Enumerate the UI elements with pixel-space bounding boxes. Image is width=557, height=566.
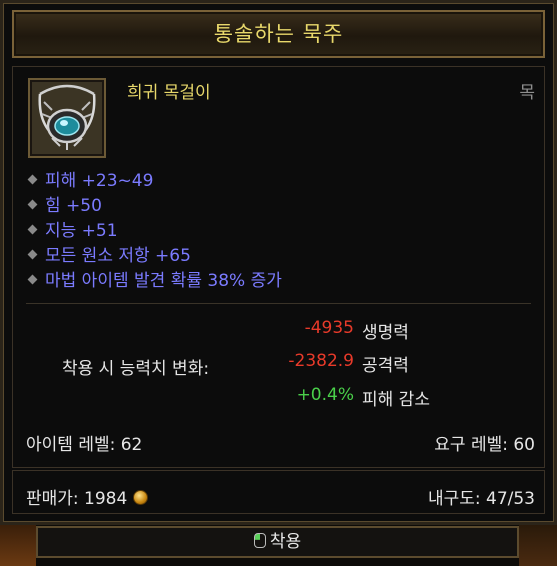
affix-line: 지능 +51 [27,219,118,243]
item-level: 아이템 레벨: 62 [26,435,143,455]
diamond-bullet-icon [27,174,38,184]
stat-change-name: 생명력 [362,323,409,343]
diamond-bullet-icon [27,199,38,209]
durability: 내구도: 47/53 [427,489,535,509]
diamond-bullet-icon [27,274,38,284]
stat-change-value: +0.4% [296,385,354,405]
affix-line: 마법 아이템 발견 확률 38% 증가 [27,269,282,293]
item-slot: 목 [519,83,535,103]
diamond-bullet-icon [27,249,38,259]
stat-change-value: -2382.9 [288,351,354,371]
amulet-icon [32,82,102,154]
gold-coin-icon [133,489,149,505]
tooltip-title-bar: 통솔하는 묵주 [12,10,545,58]
equip-action-bar[interactable]: 착용 [36,526,519,558]
affix-line: 모든 원소 저항 +65 [27,244,191,268]
stat-change-name: 피해 감소 [362,390,430,410]
stat-change-value: -4935 [304,318,354,338]
stat-change-name: 공격력 [362,356,409,376]
item-rarity-type: 희귀 목걸이 [127,83,211,103]
background-edge-right [519,525,557,566]
affix-line: 피해 +23~49 [27,169,153,193]
equip-button[interactable]: 착용 [38,528,517,556]
background-edge-left [0,525,36,566]
required-level: 요구 레벨: 60 [434,435,535,455]
sell-price: 판매가: 1984 [26,484,149,509]
diamond-bullet-icon [27,224,38,234]
item-icon-frame [28,78,106,158]
mouse-icon [253,532,266,548]
item-title: 통솔하는 묵주 [213,22,344,46]
section-divider [26,303,531,304]
affix-line: 힘 +50 [27,194,102,218]
stat-change-label: 착용 시 능력치 변화: [62,359,210,379]
